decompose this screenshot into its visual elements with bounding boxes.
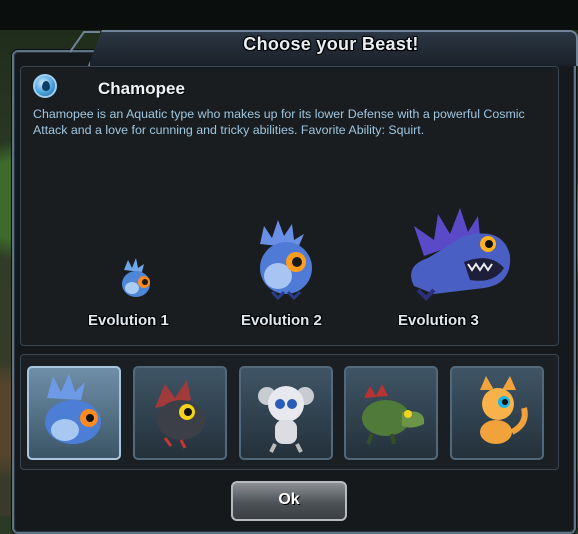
white-monkey-beast-icon: [258, 386, 314, 453]
evolution-3-creature-icon: [411, 208, 511, 301]
dark-bird-beast-icon: [155, 380, 205, 449]
beast-slot-4[interactable]: [344, 366, 438, 460]
evolution-1-label: Evolution 1: [88, 312, 169, 329]
beast-name: Chamopee: [98, 79, 185, 98]
evolution-1-creature-icon: [122, 258, 150, 297]
evolution-2-label: Evolution 2: [241, 312, 322, 329]
green-lizard-beast-icon: [362, 384, 425, 445]
orange-cat-beast-icon: [480, 376, 528, 444]
ok-button[interactable]: Ok: [231, 481, 347, 521]
beast-description: Chamopee is an Aquatic type who makes up…: [33, 107, 525, 137]
beast-slot-3[interactable]: [239, 366, 333, 460]
beast-slot-5[interactable]: [450, 366, 544, 460]
blue-fish-beast-icon: [45, 374, 101, 444]
beast-slot-1[interactable]: [27, 366, 121, 460]
top-bar: [0, 0, 578, 30]
dialog-title: Choose your Beast!: [243, 34, 419, 54]
evolution-2-creature-icon: [260, 220, 312, 300]
beast-slot-2[interactable]: [133, 366, 227, 460]
water-drop-icon: [33, 74, 57, 98]
evolution-3-label: Evolution 3: [398, 312, 479, 329]
